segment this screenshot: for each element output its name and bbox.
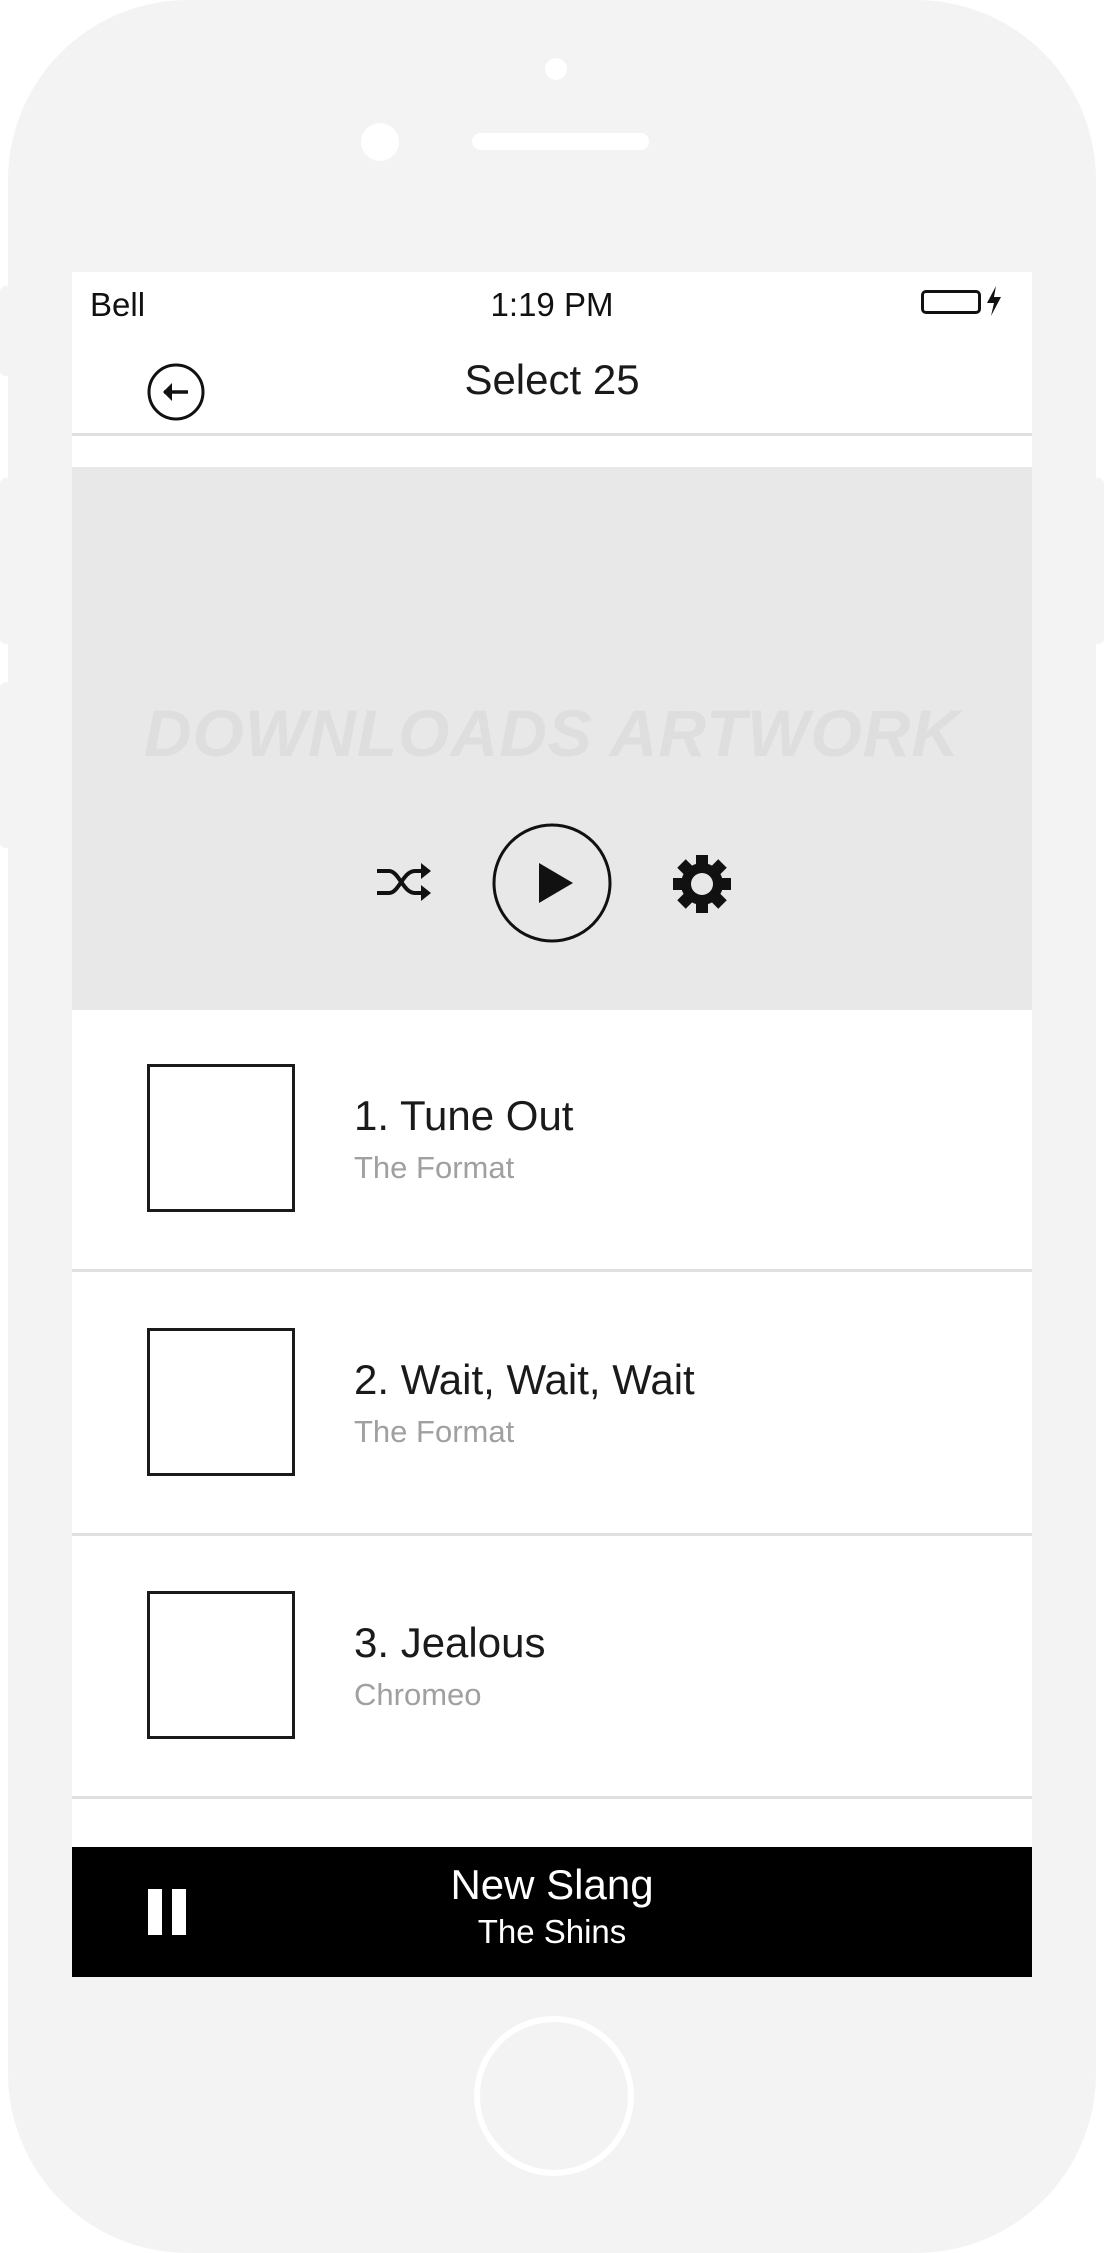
clock-label: 1:19 PM (490, 286, 614, 323)
shuffle-icon[interactable] (375, 859, 433, 905)
play-icon (539, 863, 573, 903)
artwork-placeholder-text: DOWNLOADS ARTWORK (143, 696, 961, 770)
track-title: 2. Wait, Wait, Wait (354, 1356, 695, 1403)
battery-icon (921, 290, 981, 314)
status-bar: Bell 1:19 PM (72, 272, 1032, 332)
now-playing-artist: The Shins (477, 1913, 627, 1950)
list-item-track-2[interactable]: 2. Wait, Wait, Wait The Format (72, 1274, 1032, 1536)
track-title: 3. Jealous (354, 1619, 546, 1666)
navigation-bar: Select 25 (72, 332, 1032, 436)
page-title: Select 25 (464, 356, 640, 403)
volume-down-button (0, 682, 12, 848)
track-artist: Chromeo (354, 1677, 482, 1712)
front-sensor (545, 58, 567, 80)
list-item-track-1[interactable]: 1. Tune Out The Format (72, 1010, 1032, 1272)
artwork-panel: DOWNLOADS ARTWORK (72, 467, 1032, 1010)
list-item-track-3[interactable]: 3. Jealous Chromeo (72, 1537, 1032, 1799)
track-artwork (147, 1328, 295, 1476)
track-title: 1. Tune Out (354, 1092, 574, 1139)
home-button[interactable] (474, 2016, 634, 2176)
mute-switch (0, 286, 12, 376)
track-artwork (147, 1591, 295, 1739)
app-screen: Bell 1:19 PM Select 25 DOWNLOADS ARTWORK (72, 272, 1032, 1977)
charging-bolt-icon (987, 286, 1001, 316)
track-artist: The Format (354, 1150, 515, 1185)
now-playing-bar[interactable]: New Slang The Shins (72, 1847, 1032, 1977)
track-artist: The Format (354, 1414, 515, 1449)
earpiece-speaker (472, 133, 649, 150)
gear-icon[interactable] (670, 852, 734, 916)
power-button (1092, 478, 1104, 644)
track-artwork (147, 1064, 295, 1212)
volume-up-button (0, 478, 12, 644)
now-playing-title: New Slang (450, 1861, 654, 1908)
front-camera (361, 123, 399, 161)
play-button[interactable] (492, 823, 612, 943)
